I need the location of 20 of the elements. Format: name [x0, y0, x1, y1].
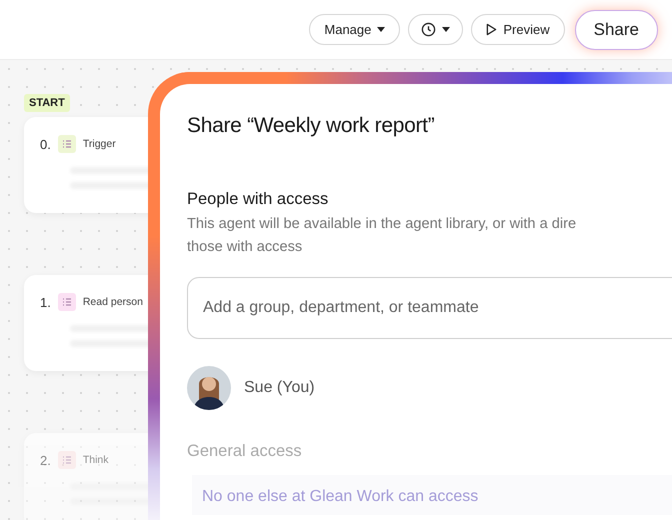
step-number: 0. — [40, 136, 51, 152]
caret-icon — [377, 27, 386, 32]
play-icon — [486, 23, 498, 36]
step-number: 2. — [40, 452, 51, 468]
preview-button[interactable]: Preview — [471, 14, 565, 45]
caret-icon — [442, 27, 450, 32]
step-label: Think — [82, 454, 109, 466]
history-menu-button[interactable] — [408, 14, 464, 45]
member-name: Sue (You) — [244, 379, 315, 397]
step-label: Read person — [82, 296, 143, 308]
step-label: Trigger — [82, 138, 116, 150]
share-button[interactable]: Share — [574, 10, 658, 50]
step-number: 1. — [40, 294, 51, 310]
avatar-icon — [187, 366, 231, 410]
start-tag: START — [24, 94, 70, 112]
section-heading: General access — [187, 442, 303, 461]
clock-icon — [421, 22, 436, 37]
section-description: This agent will be available in the agent library, or with a dire those with access — [187, 215, 578, 257]
manage-menu-button[interactable]: Manage — [309, 14, 400, 45]
search-field[interactable]: Add a group, department, or teammate — [187, 277, 672, 339]
